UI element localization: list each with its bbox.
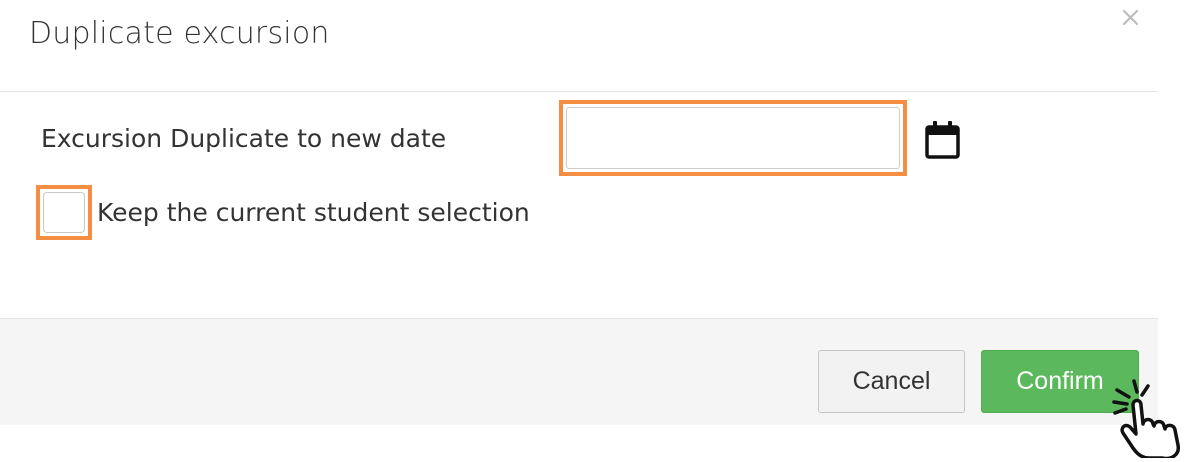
dialog-header: Duplicate excursion bbox=[0, 0, 1158, 92]
date-field-label: Excursion Duplicate to new date bbox=[41, 124, 447, 153]
duplicate-excursion-dialog: Duplicate excursion Excursion Duplicate … bbox=[0, 0, 1158, 425]
dialog-body: Excursion Duplicate to new date Keep the… bbox=[0, 92, 1158, 318]
cancel-button[interactable]: Cancel bbox=[818, 350, 965, 413]
new-date-input[interactable] bbox=[566, 107, 900, 169]
keep-selection-label[interactable]: Keep the current student selection bbox=[97, 198, 530, 227]
dialog-title: Duplicate excursion bbox=[29, 16, 330, 51]
dialog-footer: Cancel Confirm bbox=[0, 318, 1158, 425]
close-icon bbox=[1122, 9, 1139, 26]
close-button[interactable] bbox=[1116, 0, 1146, 32]
calendar-icon bbox=[925, 121, 960, 159]
hand-pointer-click-icon bbox=[1100, 378, 1188, 461]
calendar-button[interactable] bbox=[925, 120, 961, 160]
keep-selection-checkbox[interactable] bbox=[43, 192, 85, 233]
